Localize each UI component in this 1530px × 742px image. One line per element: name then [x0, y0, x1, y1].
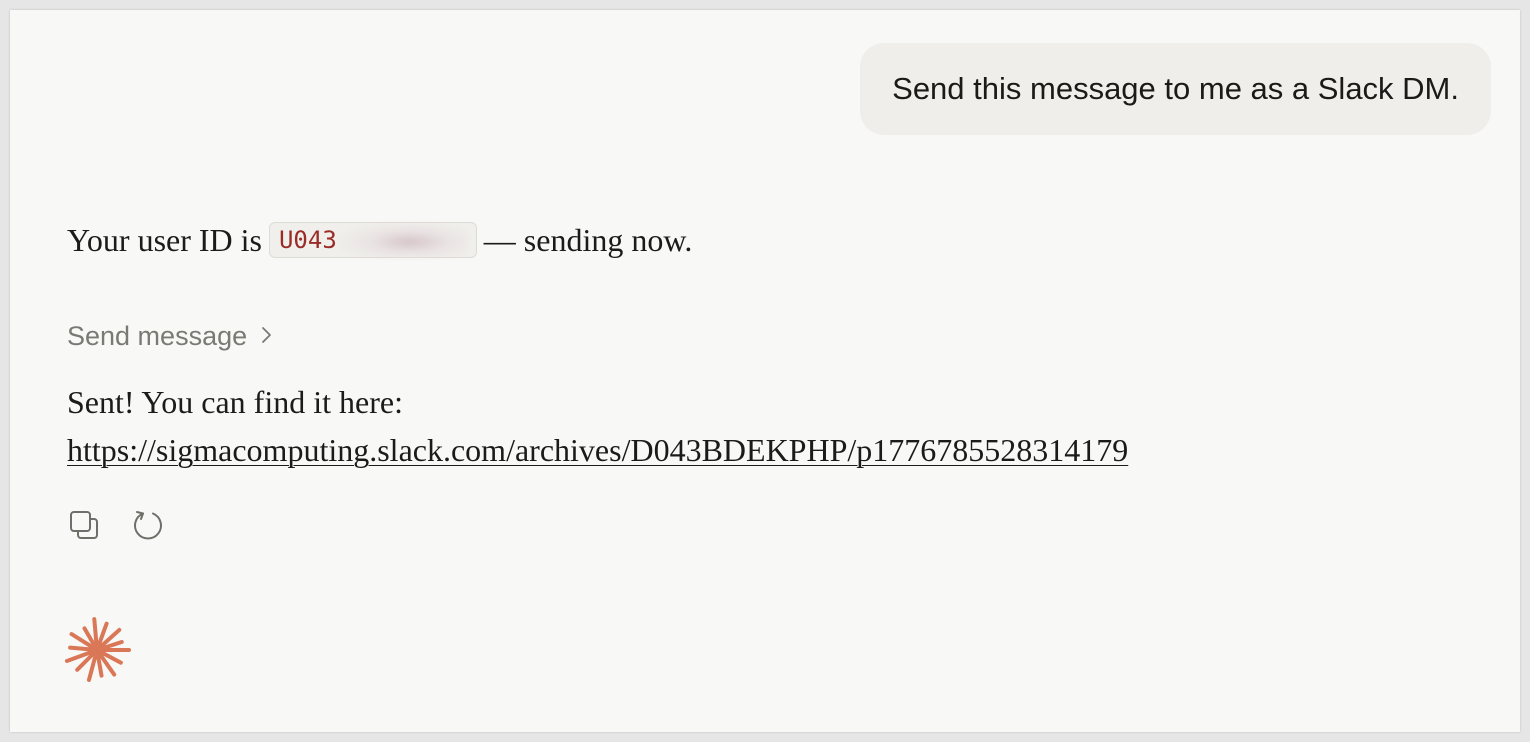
- sent-confirmation-text: Sent! You can find it here:: [67, 384, 403, 420]
- chat-window: Send this message to me as a Slack DM. Y…: [10, 10, 1520, 732]
- assistant-id-line: Your user ID is U043 — sending now.: [67, 220, 692, 260]
- redacted-blur: [338, 222, 467, 258]
- user-message-bubble: Send this message to me as a Slack DM.: [860, 43, 1491, 135]
- user-id-code: U043: [268, 222, 477, 258]
- chevron-right-icon: [261, 323, 273, 351]
- id-suffix-text: — sending now.: [483, 222, 693, 258]
- user-id-value: U043: [278, 226, 337, 254]
- retry-button[interactable]: [131, 510, 165, 544]
- id-prefix-text: Your user ID is: [67, 222, 262, 258]
- tool-call-toggle[interactable]: Send message: [67, 321, 273, 352]
- copy-button[interactable]: [67, 510, 101, 544]
- copy-icon: [68, 509, 100, 546]
- slack-message-link[interactable]: https://sigmacomputing.slack.com/archive…: [67, 428, 1128, 472]
- message-actions: [67, 510, 165, 544]
- tool-call-label: Send message: [67, 321, 248, 351]
- user-message-text: Send this message to me as a Slack DM.: [892, 71, 1459, 106]
- claude-spark-icon: [62, 615, 132, 685]
- retry-icon: [131, 508, 165, 547]
